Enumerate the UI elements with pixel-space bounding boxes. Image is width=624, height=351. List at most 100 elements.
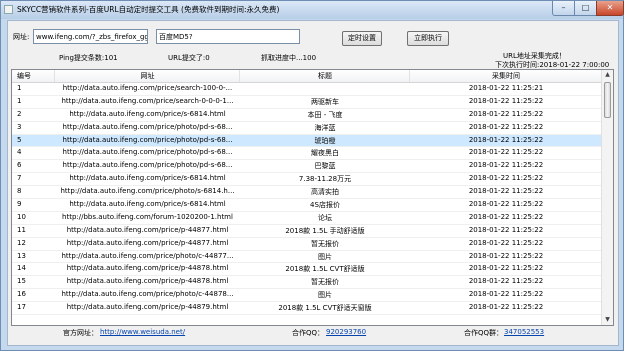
cell-id: 17 bbox=[17, 303, 26, 312]
cell-time: 2018-01-22 11:25:21 bbox=[468, 84, 544, 92]
cell-title: 2018款 1.5L 手动舒适版 bbox=[285, 226, 365, 235]
site-link[interactable]: http://www.weisuda.net/ bbox=[100, 328, 185, 336]
run-now-button[interactable]: 立即执行 bbox=[407, 31, 449, 46]
cell-url: http://data.auto.ifeng.com/price/photo/p… bbox=[62, 148, 233, 157]
cell-title: 琥珀橙 bbox=[314, 136, 336, 145]
cell-time: 2018-01-22 11:25:22 bbox=[468, 277, 544, 286]
header-title[interactable]: 标题 bbox=[240, 71, 410, 81]
scroll-up-arrow-icon[interactable]: ▲ bbox=[602, 70, 613, 80]
scroll-down-arrow-icon[interactable]: ▼ bbox=[602, 315, 613, 325]
cell-id: 11 bbox=[17, 225, 26, 234]
table-row[interactable]: 4 http://data.auto.ifeng.com/price/photo/… bbox=[12, 147, 602, 161]
app-window: SKYCC营销软件系列-百度URL自动定时提交工具 (免费软件到期时间:永久免费… bbox=[0, 0, 624, 351]
cell-title: 本田 - 飞度 bbox=[307, 110, 343, 119]
table-row[interactable]: 14 http://data.auto.ifeng.com/price/p-448… bbox=[12, 263, 602, 277]
cell-time: 2018-01-22 11:25:22 bbox=[468, 148, 544, 157]
cell-title: 耀夜黑白 bbox=[311, 149, 339, 158]
cell-title: 巴黎蓝 bbox=[314, 162, 336, 171]
cell-time: 2018-01-22 11:25:22 bbox=[468, 161, 544, 170]
qq-group-link[interactable]: 347052553 bbox=[504, 328, 544, 336]
table-row[interactable]: 16 http://data.auto.ifeng.com/price/photo… bbox=[12, 289, 602, 303]
cell-time: 2018-01-22 11:25:22 bbox=[468, 122, 544, 131]
scroll-thumb[interactable] bbox=[604, 82, 611, 118]
md5-input[interactable]: 百度MD5? bbox=[156, 29, 300, 44]
cell-url: http://data.auto.ifeng.com/price/p-44878… bbox=[66, 264, 229, 273]
header-divider bbox=[409, 70, 410, 82]
qq-group-label: 合作QQ群： bbox=[464, 329, 504, 337]
cell-url: http://data.auto.ifeng.com/price/p-44877… bbox=[66, 238, 229, 247]
cell-id: 8 bbox=[17, 187, 22, 196]
cell-title: 暂无报价 bbox=[311, 239, 339, 248]
table-row[interactable]: 12 http://data.auto.ifeng.com/price/p-448… bbox=[12, 238, 602, 251]
cell-url: http://data.auto.ifeng.com/price/p-44877… bbox=[66, 225, 229, 234]
cell-title: 2018款 1.5L CVT舒适天窗版 bbox=[278, 304, 372, 313]
table-row[interactable]: 6 http://data.auto.ifeng.com/price/photo/… bbox=[12, 160, 602, 174]
cell-id: 1 bbox=[17, 96, 22, 105]
cell-title: 论坛 bbox=[318, 213, 332, 222]
cell-id: 9 bbox=[17, 200, 22, 209]
cell-url: http://bbs.auto.ifeng.com/forum-1020200-… bbox=[62, 212, 233, 221]
table-row[interactable]: 7 http://data.auto.ifeng.com/price/s-6814… bbox=[12, 173, 602, 187]
table-row[interactable]: 5 http://data.auto.ifeng.com/price/photo/… bbox=[12, 134, 602, 148]
close-button[interactable]: ✕ bbox=[596, 1, 624, 16]
minimize-button[interactable]: – bbox=[552, 1, 575, 16]
cell-id: 10 bbox=[17, 212, 26, 221]
schedule-button[interactable]: 定时设置 bbox=[342, 31, 382, 46]
table-row[interactable]: 15 http://data.auto.ifeng.com/price/p-448… bbox=[12, 276, 602, 290]
cell-title: 2018款 1.5L CVT舒适版 bbox=[285, 265, 365, 274]
table-row[interactable]: 9 http://data.auto.ifeng.com/price/s-6814… bbox=[12, 199, 602, 212]
cell-url: http://data.auto.ifeng.com/price/photo/s… bbox=[60, 187, 235, 196]
cell-time: 2018-01-22 11:25:22 bbox=[468, 187, 544, 196]
cell-url: http://data.auto.ifeng.com/price/p-44878… bbox=[66, 277, 229, 286]
cell-time: 2018-01-22 11:25:22 bbox=[468, 212, 544, 221]
cell-time: 2018-01-22 11:25:22 bbox=[468, 135, 544, 144]
header-time[interactable]: 采集时间 bbox=[410, 71, 602, 81]
cell-time: 2018-01-22 11:25:22 bbox=[468, 264, 544, 273]
cell-title: 暂无报价 bbox=[311, 278, 339, 287]
table-row[interactable]: 10 http://bbs.auto.ifeng.com/forum-102020… bbox=[12, 212, 602, 225]
cell-url: http://data.auto.ifeng.com/price/s-6814.… bbox=[69, 200, 226, 209]
cell-url: http://data.auto.ifeng.com/price/p-44879… bbox=[66, 303, 229, 312]
table-row[interactable]: 1 http://data.auto.ifeng.com/price/search… bbox=[12, 96, 602, 109]
maximize-button[interactable]: □ bbox=[574, 1, 597, 16]
url-label: 网址: bbox=[13, 33, 30, 41]
header-divider bbox=[54, 70, 55, 82]
cell-title: 海洋蓝 bbox=[314, 123, 336, 132]
cell-title: 4S店报价 bbox=[310, 201, 340, 210]
table-row[interactable]: 2 http://data.auto.ifeng.com/price/s-6814… bbox=[12, 109, 602, 122]
url-input[interactable]: www.ifeng.com/?_zbs_firefox_gg bbox=[33, 29, 148, 44]
table-row[interactable]: 1 http://data.auto.ifeng.com/price/search… bbox=[12, 83, 602, 96]
cell-url: http://data.auto.ifeng.com/price/photo/c… bbox=[61, 251, 234, 260]
cell-id: 3 bbox=[17, 122, 22, 131]
cell-id: 15 bbox=[17, 277, 26, 286]
cell-url: http://data.auto.ifeng.com/price/photo/p… bbox=[62, 161, 233, 170]
url-grid[interactable]: 编号 网址 标题 采集时间 1 http://data.auto.ifeng.co… bbox=[11, 69, 614, 326]
cell-id: 1 bbox=[17, 84, 22, 92]
cell-time: 2018-01-22 11:25:22 bbox=[468, 174, 544, 183]
cell-time: 2018-01-22 11:25:22 bbox=[468, 238, 544, 247]
window-title: SKYCC营销软件系列-百度URL自动定时提交工具 (免费软件到期时间:永久免费… bbox=[17, 5, 280, 14]
table-row[interactable]: 11 http://data.auto.ifeng.com/price/p-448… bbox=[12, 225, 602, 238]
header-url[interactable]: 网址 bbox=[55, 71, 240, 81]
cell-id: 7 bbox=[17, 174, 22, 183]
fetch-progress-text: 抓取进度中...100 bbox=[261, 54, 317, 62]
cell-id: 2 bbox=[17, 109, 22, 118]
app-icon bbox=[4, 5, 13, 14]
cell-title: 图片 bbox=[318, 291, 332, 300]
table-row[interactable]: 17 http://data.auto.ifeng.com/price/p-448… bbox=[12, 302, 602, 316]
table-row[interactable]: 8 http://data.auto.ifeng.com/price/photo/… bbox=[12, 186, 602, 200]
md5-label: 百度MD5? bbox=[159, 33, 193, 41]
qq-link[interactable]: 920293760 bbox=[326, 328, 366, 336]
cell-id: 4 bbox=[17, 148, 22, 157]
cell-url: http://data.auto.ifeng.com/price/search-… bbox=[61, 96, 234, 105]
grid-rows: 1 http://data.auto.ifeng.com/price/search… bbox=[12, 83, 602, 316]
cell-url: http://data.auto.ifeng.com/price/search-… bbox=[62, 84, 233, 92]
cell-url: http://data.auto.ifeng.com/price/s-6814.… bbox=[69, 174, 226, 183]
cell-time: 2018-01-22 11:25:22 bbox=[468, 225, 544, 234]
table-row[interactable]: 3 http://data.auto.ifeng.com/price/photo/… bbox=[12, 122, 602, 135]
cell-id: 14 bbox=[17, 264, 26, 273]
table-row[interactable]: 13 http://data.auto.ifeng.com/price/photo… bbox=[12, 251, 602, 264]
cell-time: 2018-01-22 11:25:22 bbox=[468, 290, 544, 299]
vertical-scrollbar[interactable]: ▲ ▼ bbox=[601, 70, 613, 325]
header-id[interactable]: 编号 bbox=[17, 71, 31, 81]
